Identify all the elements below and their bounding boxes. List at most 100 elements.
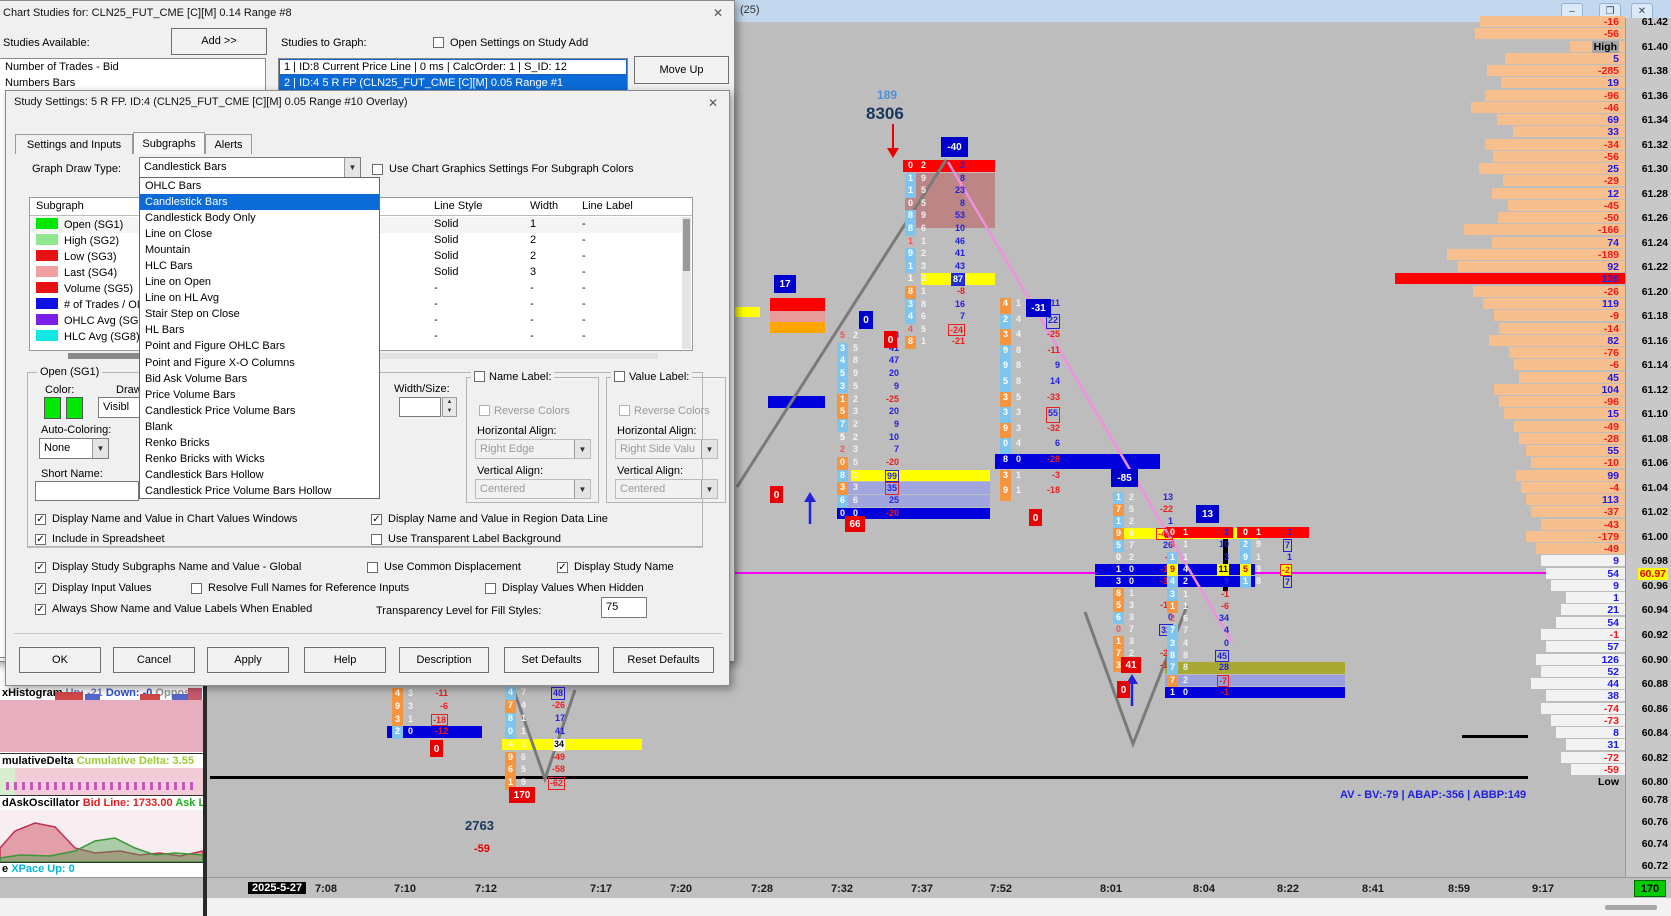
ask-count: 7: [1128, 624, 1134, 634]
dropdown-item[interactable]: HL Bars: [140, 322, 379, 338]
dropdown-item[interactable]: Bid Ask Volume Bars: [140, 371, 379, 387]
auto-coloring-select[interactable]: None ▼: [39, 438, 109, 459]
draw-style-select[interactable]: Visibl: [98, 397, 144, 418]
dropdown-item[interactable]: Line on Open: [140, 274, 379, 290]
list-item[interactable]: 2 | ID:4 5 R FP (CLN25_FUT_CME [C][M] 0.…: [279, 75, 627, 91]
apply-button[interactable]: Apply: [207, 647, 289, 673]
dropdown-item[interactable]: Point and Figure X-O Columns: [140, 355, 379, 371]
price-label: 61.34: [1641, 114, 1668, 127]
dropdown-item[interactable]: Candlestick Bars Hollow: [140, 467, 379, 483]
close-icon[interactable]: ✕: [709, 5, 727, 21]
checkbox[interactable]: [485, 583, 496, 594]
dropdown-item[interactable]: Renko Bricks: [140, 435, 379, 451]
time-axis[interactable]: 2025-5-27 7:08 7:10 7:12 7:17 7:20 7:28 7:32 7:3…: [0, 877, 1671, 898]
ladder-delta: 55: [1607, 445, 1619, 458]
dropdown-item[interactable]: Point and Figure OHLC Bars: [140, 338, 379, 354]
dropdown-item[interactable]: HLC Bars: [140, 258, 379, 274]
color-swatch-secondary[interactable]: [66, 397, 83, 419]
set-defaults-button[interactable]: Set Defaults: [504, 647, 599, 673]
resize-handle[interactable]: [1605, 905, 1657, 910]
footprint-row: 630: [1113, 612, 1173, 624]
delta-value: -6: [1220, 600, 1229, 611]
checkbox[interactable]: [371, 534, 382, 545]
color-swatch-primary[interactable]: [44, 397, 61, 419]
open-settings-checkbox[interactable]: [433, 37, 444, 48]
vscroll-thumb[interactable]: [683, 219, 690, 271]
checkbox[interactable]: ✓: [35, 534, 46, 545]
width-size-input[interactable]: [399, 397, 441, 417]
graph-draw-type-dropdown[interactable]: OHLC Bars Candlestick Bars Candlestick Bod…: [139, 177, 380, 499]
bid-count: 3: [837, 380, 848, 394]
divider: [14, 633, 722, 634]
value-label-group-checkbox[interactable]: [614, 371, 625, 382]
ladder-row: 9 60.96: [1388, 580, 1671, 592]
dropdown-item[interactable]: Blank: [140, 419, 379, 435]
ladder-row: -10 61.06: [1388, 457, 1671, 469]
list-item[interactable]: Number of Trades - Bid: [0, 59, 265, 75]
vertical-align-select[interactable]: Centered ▼: [475, 479, 591, 499]
ok-button[interactable]: OK: [19, 647, 101, 673]
checkbox[interactable]: ✓: [35, 562, 46, 573]
ladder-delta: 54: [1607, 616, 1619, 629]
footprint-row: 10-11: [1113, 564, 1173, 576]
horizontal-align-select[interactable]: Right Edge ▼: [475, 439, 591, 459]
dropdown-item[interactable]: OHLC Bars: [140, 178, 379, 194]
width-size-spinner[interactable]: ▲ ▼: [442, 397, 457, 417]
reverse-colors-checkbox[interactable]: [479, 405, 490, 416]
dialog-title: Chart Studies for: CLN25_FUT_CME [C][M] …: [3, 7, 292, 19]
histogram-fill: [0, 700, 203, 752]
dropdown-item[interactable]: Line on HL Avg: [140, 290, 379, 306]
checkbox[interactable]: ✓: [35, 583, 46, 594]
dropdown-item[interactable]: Candlestick Price Volume Bars: [140, 403, 379, 419]
short-name-input[interactable]: [35, 481, 139, 501]
dropdown-item[interactable]: Candlestick Body Only: [140, 210, 379, 226]
transparency-input[interactable]: 75: [601, 597, 647, 618]
move-up-button[interactable]: Move Up: [634, 56, 729, 84]
tab-alerts[interactable]: Alerts: [205, 134, 252, 154]
volume-callout: 170: [509, 787, 535, 803]
add-button[interactable]: Add >>: [171, 28, 267, 55]
delta-value: 8: [959, 197, 965, 208]
graph-draw-type-select[interactable]: Candlestick Bars ▼: [139, 157, 361, 178]
checkbox[interactable]: ✓: [35, 514, 46, 525]
tab-settings-and-inputs[interactable]: Settings and Inputs: [15, 134, 133, 154]
dropdown-item[interactable]: Candlestick Bars: [140, 194, 379, 211]
checkbox[interactable]: [367, 562, 378, 573]
footprint-row: 8 1 -8: [905, 286, 965, 299]
cancel-button[interactable]: Cancel: [113, 647, 195, 673]
use-chart-graphics-checkbox[interactable]: [372, 164, 383, 175]
footprint-row: 9 1 -18: [1000, 485, 1060, 501]
close-icon[interactable]: ✕: [704, 95, 722, 111]
dropdown-item[interactable]: Price Volume Bars: [140, 387, 379, 403]
bid-count: 5: [837, 368, 848, 381]
tab-subgraphs[interactable]: Subgraphs: [133, 132, 205, 154]
table-vscrollbar[interactable]: [682, 217, 691, 349]
checkbox[interactable]: ✓: [557, 562, 568, 573]
scrollbar-strip[interactable]: [0, 898, 1671, 916]
delta-value: -7: [1216, 674, 1229, 687]
dropdown-item[interactable]: Line on Close: [140, 226, 379, 242]
checkbox[interactable]: [191, 583, 202, 594]
list-item[interactable]: Numbers Bars: [0, 75, 265, 91]
name-label-group-checkbox[interactable]: [474, 371, 485, 382]
list-item[interactable]: 1 | ID:8 Current Price Line | 0 ms | Cal…: [279, 59, 627, 75]
description-button[interactable]: Description: [399, 647, 489, 673]
vertical-align-select[interactable]: Centered ▼: [615, 479, 718, 499]
checkbox[interactable]: ✓: [371, 514, 382, 525]
dropdown-item[interactable]: Candlestick Price Volume Bars Hollow: [140, 483, 379, 499]
reverse-colors-checkbox[interactable]: [619, 405, 630, 416]
bid-count: 1: [1167, 551, 1178, 564]
checkbox[interactable]: ✓: [35, 604, 46, 615]
dropdown-item[interactable]: Mountain: [140, 242, 379, 258]
bid-count: 0: [907, 160, 913, 170]
dropdown-item[interactable]: Stair Step on Close: [140, 306, 379, 322]
price-label: 61.40: [1641, 40, 1668, 53]
footprint-row: 8 8 45: [1167, 650, 1229, 663]
ladder-row: -49: [1388, 543, 1671, 555]
dropdown-item[interactable]: Renko Bricks with Wicks: [140, 451, 379, 467]
reset-defaults-button[interactable]: Reset Defaults: [613, 647, 714, 673]
price-label: 61.12: [1641, 383, 1668, 396]
help-button[interactable]: Help: [304, 647, 386, 673]
horizontal-align-select[interactable]: Right Side Valu ▼: [615, 439, 718, 459]
delta-dash: [166, 782, 169, 790]
